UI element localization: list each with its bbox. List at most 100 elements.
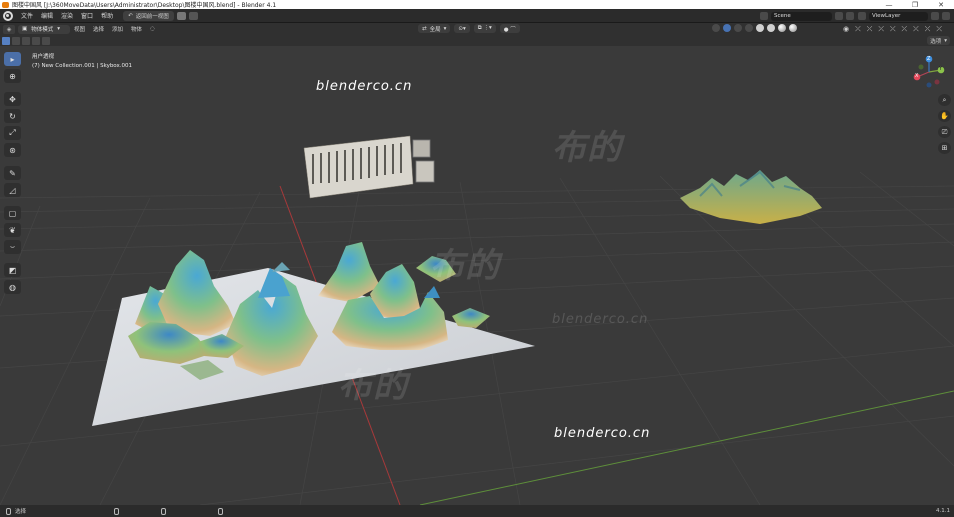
eye-icon[interactable]: ◉ (843, 25, 849, 34)
viewlayer-selector: ViewLayer (858, 11, 950, 21)
shading-controls (712, 24, 797, 32)
undo-history-button[interactable]: ↶ 返回前一视图 (123, 10, 174, 21)
chevron-down-icon: ▾ (944, 37, 947, 44)
layout-icon[interactable] (176, 11, 186, 20)
workspace-icon[interactable] (188, 11, 198, 20)
pin-x-icon[interactable]: ⤫ (867, 25, 873, 34)
view-name: 用户透视 (32, 54, 55, 60)
y-axis-line (419, 390, 954, 505)
close-button[interactable]: ✕ (928, 0, 954, 9)
status-middle-hint (114, 507, 120, 515)
xray-toggle-icon[interactable] (745, 24, 753, 32)
watermark-text: blenderco.cn (316, 79, 413, 94)
shading-rendered-icon[interactable] (789, 24, 797, 32)
options-dropdown[interactable]: 选项 ▾ (927, 36, 950, 45)
select-mode-subtract-icon[interactable] (22, 36, 30, 45)
viewlayer-copy-icon[interactable] (931, 12, 939, 20)
crosshair-icon: ⊕ (9, 71, 16, 81)
scene-name-field[interactable]: Scene (771, 11, 832, 21)
transform-tool[interactable]: ⊛ (4, 143, 21, 157)
select-mode-new-icon[interactable] (2, 36, 10, 45)
gizmo-toggle-icon[interactable] (723, 24, 731, 32)
menu-select[interactable]: 选择 (89, 25, 108, 33)
camera-view-button[interactable]: ⎚ (938, 126, 951, 138)
gizmo-tool[interactable]: ◍ (4, 280, 21, 294)
overlay-toggle-icon[interactable] (734, 24, 742, 32)
watermark-text: blenderco.cn (552, 312, 649, 327)
snap-toggle[interactable]: ⧉ ⋮▾ (473, 24, 496, 33)
viewlayer-remove-icon[interactable] (942, 12, 950, 20)
scene-remove-icon[interactable] (846, 12, 854, 20)
more-menu-icon[interactable]: ◌ (146, 26, 159, 32)
watermark-text: 布的 (430, 246, 500, 286)
gizmo-x-label: X (915, 73, 919, 79)
pin-x-icon[interactable]: ⤫ (890, 25, 896, 34)
window-titlebar: 图楼中国风 [J:\360MoveData\Users\Administrato… (0, 0, 954, 9)
add-cube-tool[interactable]: ▢ (4, 206, 21, 220)
cursor-tool[interactable]: ⊕ (4, 69, 21, 83)
viewlayer-name-field[interactable]: ViewLayer (869, 11, 928, 21)
cube-icon: ▢ (8, 208, 17, 218)
hand-icon: ✋ (940, 112, 949, 120)
top-menubar: 文件 编辑 渲染 窗口 帮助 ↶ 返回前一视图 Scene ViewLayer (0, 9, 954, 23)
watermark-text: 布的 (338, 366, 408, 406)
menu-help[interactable]: 帮助 (97, 11, 117, 20)
sculpt-tool[interactable]: ❦ (4, 223, 21, 237)
rotate-tool[interactable]: ↻ (4, 109, 21, 123)
toolbar-spacer (4, 257, 22, 260)
distant-terrain (680, 170, 822, 224)
select-mode-extend-icon[interactable] (12, 36, 20, 45)
scene-copy-icon[interactable] (835, 12, 843, 20)
visibility-icon[interactable] (712, 24, 720, 32)
proportional-edit-toggle[interactable]: ● ⌒ (499, 24, 520, 33)
minimize-button[interactable]: — (876, 0, 902, 9)
3d-viewport[interactable]: X Y Z 用户透视 (7) New Collection.001 | Skyb… (0, 46, 954, 505)
measure-tool[interactable]: ◿ (4, 183, 21, 197)
menu-window[interactable]: 窗口 (77, 11, 97, 20)
shading-material-icon[interactable] (778, 24, 786, 32)
annotate-tool[interactable]: ✎ (4, 166, 21, 180)
select-mode-intersect-icon[interactable] (42, 36, 50, 45)
blender-logo-icon[interactable] (3, 10, 13, 21)
status-extra-hint (218, 507, 224, 515)
status-right-hint (161, 507, 167, 515)
transform-orientation-select[interactable]: ⇄ 全局 ▾ (418, 24, 451, 33)
zoom-button[interactable]: ⌕ (938, 94, 951, 106)
scale-tool[interactable]: ⤢ (4, 126, 21, 140)
scene-icon[interactable] (760, 12, 768, 20)
magnifier-icon: ⌕ (942, 95, 947, 104)
pin-x-icon[interactable]: ⤫ (855, 25, 861, 34)
camera-icon: ⎚ (941, 127, 948, 136)
menu-view[interactable]: 视图 (70, 25, 89, 33)
pin-x-icon[interactable]: ⤫ (936, 25, 942, 34)
pivot-point-select[interactable]: ⊙▾ (454, 24, 470, 33)
pin-x-icon[interactable]: ⤫ (913, 25, 919, 34)
projection-toggle-button[interactable]: ⊞ (938, 142, 951, 154)
options-label: 选项 (930, 38, 942, 45)
shading-wireframe-icon[interactable] (756, 24, 764, 32)
move-tool[interactable]: ✥ (4, 92, 21, 106)
edit-tool[interactable]: ◩ (4, 263, 21, 277)
menu-edit[interactable]: 编辑 (37, 11, 57, 20)
undo-label: 返回前一视图 (135, 13, 169, 20)
pin-x-icon[interactable]: ⤫ (902, 25, 908, 34)
menu-object[interactable]: 物体 (127, 25, 146, 33)
menu-render[interactable]: 渲染 (57, 11, 77, 20)
watermark-text: blenderco.cn (554, 426, 651, 441)
shear-tool[interactable]: ⌣ (4, 240, 21, 254)
pan-button[interactable]: ✋ (938, 110, 951, 122)
menu-file[interactable]: 文件 (17, 11, 37, 20)
status-bar: 选择 4.1.1 (0, 505, 954, 517)
pin-x-icon[interactable]: ⤫ (925, 25, 931, 34)
viewlayer-icon[interactable] (858, 12, 866, 20)
pin-x-icon[interactable]: ⤫ (878, 25, 884, 34)
maximize-button[interactable]: ❐ (902, 0, 928, 9)
toolbar-spacer (4, 200, 22, 203)
select-box-tool[interactable]: ▸ (4, 52, 21, 66)
mode-select[interactable]: ▣ 物体模式 ▾ (18, 24, 70, 34)
select-mode-invert-icon[interactable] (32, 36, 40, 45)
restrict-icons: ◉ ⤫ ⤫ ⤫ ⤫ ⤫ ⤫ ⤫ ⤫ (843, 25, 942, 34)
menu-add[interactable]: 添加 (108, 25, 127, 33)
shading-solid-icon[interactable] (767, 24, 775, 32)
editor-type-icon[interactable]: ◈ (3, 24, 15, 34)
